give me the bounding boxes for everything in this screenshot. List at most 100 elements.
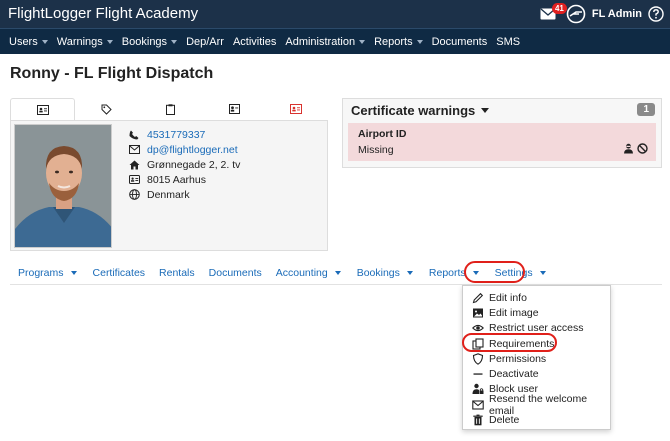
contact-details: 4531779337 dp@flightlogger.net Grønnegad… bbox=[129, 127, 240, 202]
menu-item-label: Permissions bbox=[489, 352, 547, 365]
mail-count-badge: 41 bbox=[551, 3, 567, 14]
address-card-icon bbox=[129, 175, 140, 184]
chevron-down-icon bbox=[334, 271, 341, 275]
phone-icon bbox=[129, 130, 139, 139]
contact-address-row: Grønnegade 2, 2. tv bbox=[129, 157, 240, 172]
certificate-warnings-toggle[interactable]: Certificate warnings bbox=[351, 103, 490, 118]
nav-item-administration[interactable]: Administration bbox=[285, 35, 366, 48]
subnav-accounting[interactable]: Accounting bbox=[276, 267, 341, 279]
warning-count-badge: 1 bbox=[637, 103, 655, 116]
chevron-down-icon bbox=[171, 39, 178, 44]
tab-clipboard[interactable] bbox=[138, 98, 201, 120]
nav-item-label: Dep/Arr bbox=[186, 35, 224, 48]
flightlogger-logo-icon bbox=[566, 4, 586, 24]
subnav-certificates[interactable]: Certificates bbox=[93, 267, 146, 279]
contact-email-row: dp@flightlogger.net bbox=[129, 142, 240, 157]
nav-item-bookings[interactable]: Bookings bbox=[121, 35, 178, 48]
subnav-label: Certificates bbox=[92, 267, 146, 279]
requirements-highlight-ring bbox=[462, 333, 557, 352]
chevron-down-icon bbox=[416, 39, 423, 44]
menu-item-permissions[interactable]: Permissions bbox=[463, 351, 610, 366]
trash-icon bbox=[472, 414, 484, 426]
subnav-label: Documents bbox=[208, 267, 262, 279]
menu-item-edit-image[interactable]: Edit image bbox=[463, 305, 610, 320]
chevron-down-icon bbox=[41, 39, 48, 44]
user-sub-nav: Programs Certificates Rentals Documents Acco… bbox=[10, 262, 662, 285]
menu-item-label: Edit info bbox=[489, 291, 527, 304]
menu-item-label: Delete bbox=[489, 414, 520, 427]
nav-item-users[interactable]: Users bbox=[9, 36, 48, 48]
image-icon bbox=[472, 307, 484, 319]
nav-item-label: Administration bbox=[285, 35, 356, 48]
contact-country-row: Denmark bbox=[129, 187, 240, 202]
phone-link[interactable]: 4531779337 bbox=[147, 129, 205, 141]
nav-item-reports[interactable]: Reports bbox=[374, 36, 423, 48]
certificate-warnings-title: Certificate warnings bbox=[351, 103, 476, 118]
nav-item-documents[interactable]: Documents bbox=[432, 36, 488, 48]
chevron-down-icon bbox=[481, 108, 490, 113]
tab-user-license[interactable] bbox=[202, 98, 265, 120]
nav-item-label: SMS bbox=[496, 35, 521, 48]
settings-dropdown-menu: Edit info Edit image Restrict user access R… bbox=[462, 285, 611, 430]
top-right-controls: 41 FL Admin bbox=[540, 3, 664, 24]
menu-item-resend-the-welcome-email[interactable]: Resend the welcome email bbox=[463, 393, 610, 417]
top-bar: FlightLogger Flight Academy 41 FL Admin bbox=[0, 0, 670, 28]
contact-phone-row: 4531779337 bbox=[129, 127, 240, 142]
user-card-icon bbox=[228, 104, 240, 114]
nav-item-label: Users bbox=[9, 35, 38, 48]
warning-status: Missing bbox=[358, 144, 394, 156]
subnav-bookings[interactable]: Bookings bbox=[357, 267, 413, 279]
city-text: 8015 Aarhus bbox=[147, 173, 206, 186]
tab-contact-card[interactable] bbox=[10, 98, 76, 120]
user-menu[interactable]: FL Admin bbox=[592, 8, 642, 20]
subnav-label: Programs bbox=[18, 267, 64, 279]
profile-card: 4531779337 dp@flightlogger.net Grønnegad… bbox=[10, 120, 328, 251]
chevron-down-icon bbox=[70, 271, 77, 275]
tab-certificate-warning[interactable] bbox=[265, 98, 328, 120]
subnav-label: Bookings bbox=[356, 267, 400, 279]
settings-highlight-ring bbox=[464, 261, 525, 283]
nav-item-label: Activities bbox=[232, 35, 277, 48]
profile-tabs bbox=[10, 98, 328, 120]
nav-item-label: Bookings bbox=[121, 35, 168, 48]
shield-icon bbox=[472, 353, 484, 365]
chevron-down-icon bbox=[106, 39, 113, 44]
menu-item-label: Deactivate bbox=[489, 368, 539, 381]
menu-item-label: Edit image bbox=[489, 306, 539, 319]
chevron-down-icon bbox=[539, 271, 546, 275]
menu-item-deactivate[interactable]: Deactivate bbox=[463, 366, 610, 381]
nav-item-warnings[interactable]: Warnings bbox=[57, 36, 113, 48]
id-card-warning-icon bbox=[290, 104, 303, 114]
nav-item-dep-arr[interactable]: Dep/Arr bbox=[186, 36, 224, 48]
globe-icon bbox=[129, 189, 140, 200]
home-icon bbox=[129, 160, 140, 169]
menu-item-edit-info[interactable]: Edit info bbox=[463, 290, 610, 305]
tag-icon bbox=[101, 104, 113, 115]
warning-title: Airport ID bbox=[358, 128, 407, 140]
nav-item-activities[interactable]: Activities bbox=[233, 36, 276, 48]
tab-tags[interactable] bbox=[75, 98, 138, 120]
nav-item-label: Documents bbox=[431, 35, 488, 48]
nav-item-label: Warnings bbox=[56, 35, 103, 48]
profile-photo-image bbox=[15, 125, 111, 247]
subnav-documents[interactable]: Documents bbox=[209, 267, 262, 279]
subnav-rentals[interactable]: Rentals bbox=[159, 267, 195, 279]
warning-row[interactable]: Airport ID Missing bbox=[348, 123, 656, 161]
user-shield-icon bbox=[624, 143, 633, 154]
address-text: Grønnegade 2, 2. tv bbox=[147, 158, 241, 171]
nav-item-sms[interactable]: SMS bbox=[496, 36, 520, 48]
certificate-warnings-panel: Certificate warnings 1 Airport ID Missin… bbox=[342, 98, 662, 168]
subnav-label: Accounting bbox=[275, 267, 328, 279]
nav-item-label: Reports bbox=[374, 35, 413, 48]
app-brand[interactable]: FlightLogger Flight Academy bbox=[8, 5, 198, 22]
subnav-programs[interactable]: Programs bbox=[18, 267, 77, 279]
id-card-icon bbox=[36, 104, 49, 115]
envelope-icon bbox=[129, 145, 140, 154]
contact-city-row: 8015 Aarhus bbox=[129, 172, 240, 187]
mail-button[interactable]: 41 bbox=[540, 3, 567, 22]
country-text: Denmark bbox=[147, 188, 190, 201]
chevron-down-icon bbox=[359, 39, 366, 44]
clipboard-icon bbox=[165, 103, 175, 115]
help-icon[interactable] bbox=[648, 6, 664, 22]
email-link[interactable]: dp@flightlogger.net bbox=[147, 144, 238, 156]
